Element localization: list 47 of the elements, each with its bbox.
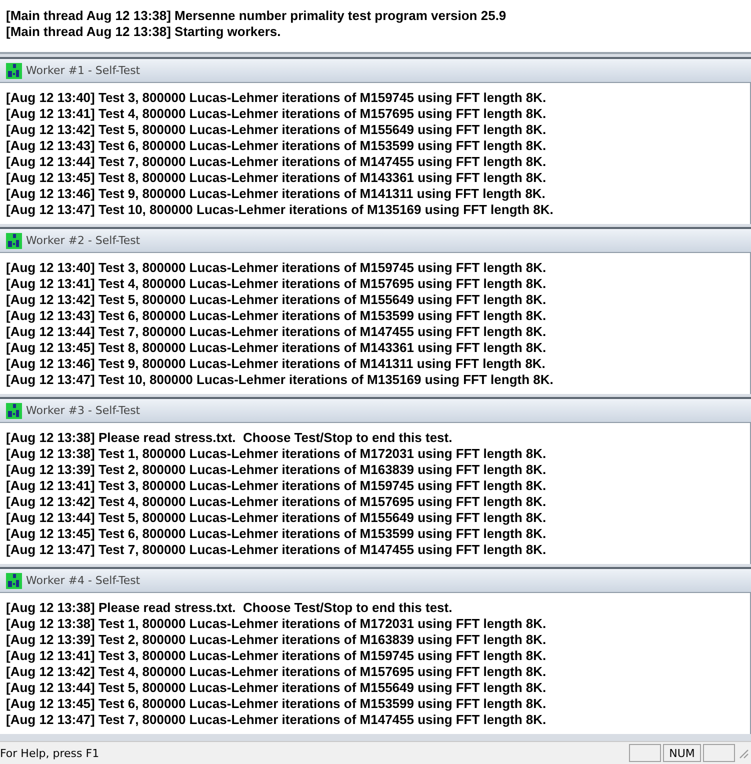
log-line: [Aug 12 13:38] Test 1, 800000 Lucas-Lehmer iterations of M172031 using FFT length 8K. [6,446,546,462]
resize-grip-icon [737,747,749,759]
worker-title: Worker #1 - Self-Test [26,64,140,77]
status-help-text: For Help, press F1 [0,746,100,760]
log-line: [Aug 12 13:46] Test 9, 800000 Lucas-Lehmer iterations of M141311 using FFT length 8K. [6,356,546,372]
log-line: [Aug 12 13:47] Test 7, 800000 Lucas-Lehmer iterations of M147455 using FFT length 8K. [6,542,546,558]
log-line: [Aug 12 13:47] Test 10, 800000 Lucas-Lehmer iterations of M135169 using FFT length 8K. [6,372,554,388]
log-line: [Aug 12 13:43] Test 6, 800000 Lucas-Lehmer iterations of M153599 using FFT length 8K. [6,308,546,324]
log-line: [Aug 12 13:38] Test 1, 800000 Lucas-Lehmer iterations of M172031 using FFT length 8K. [6,616,546,632]
log-line: [Aug 12 13:42] Test 5, 800000 Lucas-Lehmer iterations of M155649 using FFT length 8K. [6,122,546,138]
log-line: [Aug 12 13:47] Test 10, 800000 Lucas-Lehmer iterations of M135169 using FFT length 8K. [6,202,554,218]
log-line: [Aug 12 13:45] Test 6, 800000 Lucas-Lehmer iterations of M153599 using FFT length 8K. [6,696,546,712]
log-line: [Aug 12 13:44] Test 5, 800000 Lucas-Lehmer iterations of M155649 using FFT length 8K. [6,680,546,696]
log-line: [Aug 12 13:45] Test 8, 800000 Lucas-Lehmer iterations of M143361 using FFT length 8K. [6,340,546,356]
log-line: [Aug 12 13:42] Test 5, 800000 Lucas-Lehmer iterations of M155649 using FFT length 8K. [6,292,546,308]
log-line: [Aug 12 13:42] Test 4, 800000 Lucas-Lehmer iterations of M157695 using FFT length 8K. [6,494,546,510]
log-line: [Aug 12 13:44] Test 7, 800000 Lucas-Lehmer iterations of M147455 using FFT length 8K. [6,324,546,340]
log-line: [Aug 12 13:44] Test 7, 800000 Lucas-Lehmer iterations of M147455 using FFT length 8K. [6,154,546,170]
log-line: [Aug 12 13:41] Test 3, 800000 Lucas-Lehmer iterations of M159745 using FFT length 8K. [6,478,546,494]
log-line: [Aug 12 13:45] Test 6, 800000 Lucas-Lehmer iterations of M153599 using FFT length 8K. [6,526,546,542]
status-indicator: NUM [663,744,701,762]
log-line: [Main thread Aug 12 13:38] Starting workers. [6,24,281,40]
log-line: [Main thread Aug 12 13:38] Mersenne number primality test program version 25.9 [6,8,506,24]
log-line: [Aug 12 13:41] Test 4, 800000 Lucas-Lehmer iterations of M157695 using FFT length 8K. [6,106,546,122]
log-line: [Aug 12 13:40] Test 3, 800000 Lucas-Lehmer iterations of M159745 using FFT length 8K. [6,260,546,276]
log-line: [Aug 12 13:44] Test 5, 800000 Lucas-Lehmer iterations of M155649 using FFT length 8K. [6,510,546,526]
worker-icon [6,232,22,248]
log-line: [Aug 12 13:43] Test 6, 800000 Lucas-Lehmer iterations of M153599 using FFT length 8K. [6,138,546,154]
log-line: [Aug 12 13:38] Please read stress.txt. Choose Test/Stop to end this test. [6,430,452,446]
worker-icon [6,62,22,78]
log-line: [Aug 12 13:42] Test 4, 800000 Lucas-Lehmer iterations of M157695 using FFT length 8K. [6,664,546,680]
worker-title: Worker #3 - Self-Test [26,404,140,417]
worker-title: Worker #2 - Self-Test [26,234,140,247]
log-line: [Aug 12 13:41] Test 3, 800000 Lucas-Lehmer iterations of M159745 using FFT length 8K. [6,648,546,664]
worker-title: Worker #4 - Self-Test [26,574,140,587]
log-line: [Aug 12 13:38] Please read stress.txt. Choose Test/Stop to end this test. [6,600,452,616]
status-pane [629,744,661,762]
worker-icon [6,402,22,418]
worker-icon [6,572,22,588]
log-line: [Aug 12 13:39] Test 2, 800000 Lucas-Lehmer iterations of M163839 using FFT length 8K. [6,462,546,478]
log-line: [Aug 12 13:46] Test 9, 800000 Lucas-Lehmer iterations of M141311 using FFT length 8K. [6,186,546,202]
log-line: [Aug 12 13:40] Test 3, 800000 Lucas-Lehmer iterations of M159745 using FFT length 8K. [6,90,546,106]
log-line: [Aug 12 13:45] Test 8, 800000 Lucas-Lehmer iterations of M143361 using FFT length 8K. [6,170,546,186]
status-pane [703,744,735,762]
log-line: [Aug 12 13:47] Test 7, 800000 Lucas-Lehmer iterations of M147455 using FFT length 8K. [6,712,546,728]
log-line: [Aug 12 13:39] Test 2, 800000 Lucas-Lehmer iterations of M163839 using FFT length 8K. [6,632,546,648]
log-line: [Aug 12 13:41] Test 4, 800000 Lucas-Lehmer iterations of M157695 using FFT length 8K. [6,276,546,292]
